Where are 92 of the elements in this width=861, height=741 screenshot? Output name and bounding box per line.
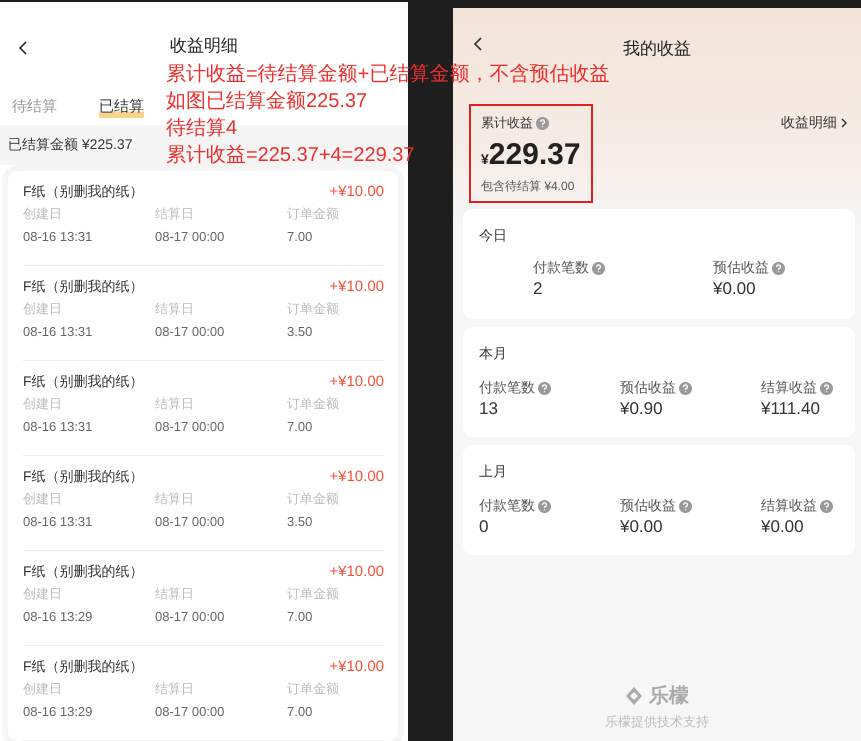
field-label: 创建日 bbox=[23, 585, 63, 603]
stat-value: ¥0.90 bbox=[620, 399, 664, 419]
stat-label: 预估收益 bbox=[620, 379, 676, 397]
back-icon[interactable] bbox=[473, 36, 483, 52]
field-value: 08-16 13:31 bbox=[23, 324, 94, 339]
annotation-text: 待结算4 bbox=[166, 116, 238, 141]
field-label: 创建日 bbox=[23, 490, 63, 508]
field-label: 订单金额 bbox=[287, 585, 340, 603]
field-label: 结算日 bbox=[155, 490, 195, 508]
help-icon[interactable] bbox=[538, 382, 551, 394]
record-name: F纸（别删我的纸） bbox=[23, 183, 144, 201]
field-label: 创建日 bbox=[23, 205, 63, 223]
field-value: 08-17 00:00 bbox=[155, 609, 226, 624]
field-value: 7.00 bbox=[287, 229, 314, 244]
stat-value: ¥0.00 bbox=[620, 517, 664, 537]
field-value: 3.50 bbox=[287, 514, 314, 529]
help-icon[interactable] bbox=[538, 500, 551, 512]
stat-label: 付款笔数 bbox=[533, 259, 589, 277]
stat-label: 付款笔数 bbox=[479, 497, 535, 515]
help-icon[interactable] bbox=[536, 116, 549, 130]
field-label: 创建日 bbox=[23, 680, 63, 698]
stat-label: 结算收益 bbox=[761, 497, 817, 515]
field-value: 7.00 bbox=[287, 419, 314, 434]
period-title: 本月 bbox=[479, 345, 507, 361]
settled-total: 已结算金额 ¥225.37 bbox=[8, 136, 132, 154]
field-label: 结算日 bbox=[155, 680, 195, 698]
record-amount: +¥10.00 bbox=[329, 563, 384, 581]
total-label: 累计收益 bbox=[481, 114, 533, 132]
field-label: 订单金额 bbox=[287, 490, 340, 508]
record-amount: +¥10.00 bbox=[329, 658, 384, 676]
stat-label: 付款笔数 bbox=[479, 379, 535, 397]
stat-value: ¥0.00 bbox=[761, 517, 805, 537]
help-icon[interactable] bbox=[772, 262, 785, 274]
record-name: F纸（别删我的纸） bbox=[23, 468, 144, 486]
record-amount: +¥10.00 bbox=[329, 468, 384, 486]
record-amount: +¥10.00 bbox=[329, 183, 384, 201]
period-title: 上月 bbox=[479, 463, 507, 479]
field-value: 7.00 bbox=[287, 609, 314, 624]
help-icon[interactable] bbox=[679, 500, 692, 512]
record-name: F纸（别删我的纸） bbox=[23, 278, 144, 296]
field-value: 08-17 00:00 bbox=[155, 704, 226, 719]
field-value: 08-17 00:00 bbox=[155, 229, 226, 244]
screen-title: 收益明细 bbox=[170, 34, 238, 56]
field-label: 订单金额 bbox=[287, 300, 340, 318]
record-amount: +¥10.00 bbox=[329, 373, 384, 391]
stat-label: 预估收益 bbox=[713, 259, 769, 277]
screen-title: 我的收益 bbox=[623, 38, 691, 60]
field-label: 创建日 bbox=[23, 395, 63, 413]
field-label: 结算日 bbox=[155, 300, 195, 318]
annotation-text: 如图已结算金额225.37 bbox=[166, 89, 368, 114]
period-title: 今日 bbox=[479, 227, 507, 243]
field-label: 结算日 bbox=[155, 395, 195, 413]
back-icon[interactable] bbox=[18, 40, 28, 56]
help-icon[interactable] bbox=[820, 382, 833, 394]
stat-value: ¥111.40 bbox=[761, 399, 821, 419]
stat-value: 13 bbox=[479, 399, 499, 419]
field-label: 订单金额 bbox=[287, 205, 340, 223]
help-icon[interactable] bbox=[592, 262, 605, 274]
stat-label: 预估收益 bbox=[620, 497, 676, 515]
field-value: 08-16 13:31 bbox=[23, 419, 94, 434]
field-value: 08-17 00:00 bbox=[155, 419, 226, 434]
credit-text: 乐檬提供技术支持 bbox=[605, 713, 709, 731]
field-label: 结算日 bbox=[155, 205, 195, 223]
record-name: F纸（别删我的纸） bbox=[23, 563, 144, 581]
field-label: 订单金额 bbox=[287, 680, 340, 698]
total-amount: ¥229.37 bbox=[481, 138, 581, 172]
pending-note: 包含待结算 ¥4.00 bbox=[481, 178, 576, 195]
stat-value: 2 bbox=[533, 279, 544, 299]
stat-label: 结算收益 bbox=[761, 379, 817, 397]
field-value: 08-17 00:00 bbox=[155, 514, 226, 529]
field-value: 7.00 bbox=[287, 704, 314, 719]
stat-value: ¥0.00 bbox=[713, 279, 757, 299]
record-amount: +¥10.00 bbox=[329, 278, 384, 296]
field-label: 订单金额 bbox=[287, 395, 340, 413]
field-value: 08-16 13:31 bbox=[23, 514, 94, 529]
field-value: 08-16 13:31 bbox=[23, 229, 94, 244]
help-icon[interactable] bbox=[679, 382, 692, 394]
logo-icon bbox=[625, 686, 643, 706]
chevron-right-icon bbox=[841, 118, 847, 128]
field-value: 3.50 bbox=[287, 324, 314, 339]
field-value: 08-16 13:29 bbox=[23, 609, 94, 624]
record-name: F纸（别删我的纸） bbox=[23, 373, 144, 391]
record-name: F纸（别删我的纸） bbox=[23, 658, 144, 676]
detail-link[interactable]: 收益明细 bbox=[781, 114, 847, 132]
tab[interactable]: 已结算 bbox=[99, 96, 144, 118]
field-value: 08-16 13:29 bbox=[23, 704, 94, 719]
field-value: 08-17 00:00 bbox=[155, 324, 226, 339]
brand-name: 乐檬 bbox=[649, 684, 689, 709]
field-label: 创建日 bbox=[23, 300, 63, 318]
field-label: 结算日 bbox=[155, 585, 195, 603]
stat-value: 0 bbox=[479, 517, 490, 537]
help-icon[interactable] bbox=[820, 500, 833, 512]
